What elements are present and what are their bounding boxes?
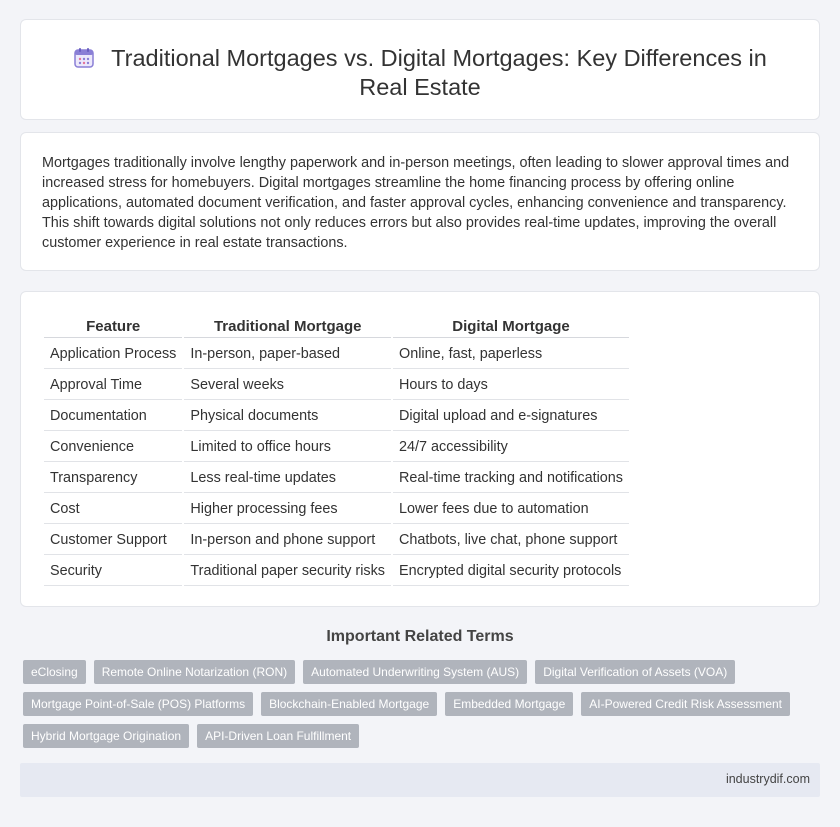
header-traditional: Traditional Mortgage (184, 316, 392, 338)
footer: industrydif.com (20, 763, 820, 797)
table-row: Cost Higher processing fees Lower fees d… (44, 495, 629, 524)
related-terms-title: Important Related Terms (326, 628, 514, 645)
cell-digital: Digital upload and e-signatures (393, 402, 629, 431)
cell-digital: 24/7 accessibility (393, 433, 629, 462)
cell-feature: Convenience (44, 433, 183, 462)
cell-digital: Chatbots, live chat, phone support (393, 526, 629, 555)
cell-feature: Approval Time (44, 371, 183, 400)
cell-digital: Hours to days (393, 371, 629, 400)
cell-traditional: Limited to office hours (184, 433, 392, 462)
related-term-chip[interactable]: Blockchain-Enabled Mortgage (261, 692, 438, 716)
related-term-chip[interactable]: Embedded Mortgage (445, 692, 574, 716)
table-row: Convenience Limited to office hours 24/7… (44, 433, 629, 462)
cell-feature: Security (44, 557, 183, 586)
footer-site-link[interactable]: industrydif.com (726, 772, 810, 786)
page-title-text: Traditional Mortgages vs. Digital Mortga… (111, 45, 767, 100)
header-card: Traditional Mortgages vs. Digital Mortga… (20, 19, 820, 120)
cell-traditional: Physical documents (184, 402, 392, 431)
cell-feature: Cost (44, 495, 183, 524)
cell-feature: Application Process (44, 340, 183, 369)
intro-paragraph: Mortgages traditionally involve lengthy … (42, 155, 790, 251)
related-term-chip[interactable]: AI-Powered Credit Risk Assessment (581, 692, 790, 716)
cell-traditional: Less real-time updates (184, 464, 392, 493)
related-term-chip[interactable]: Hybrid Mortgage Origination (23, 724, 190, 748)
related-term-chip[interactable]: Automated Underwriting System (AUS) (303, 660, 528, 684)
title-wrap: Traditional Mortgages vs. Digital Mortga… (61, 44, 779, 102)
related-term-chip[interactable]: eClosing (23, 660, 86, 684)
cell-digital: Real-time tracking and notifications (393, 464, 629, 493)
cell-traditional: In-person, paper-based (184, 340, 392, 369)
cell-digital: Encrypted digital security protocols (393, 557, 629, 586)
cell-traditional: Higher processing fees (184, 495, 392, 524)
cell-traditional: Traditional paper security risks (184, 557, 392, 586)
table-header-row: Feature Traditional Mortgage Digital Mor… (44, 316, 629, 338)
table-row: Approval Time Several weeks Hours to day… (44, 371, 629, 400)
related-term-chip[interactable]: Mortgage Point-of-Sale (POS) Platforms (23, 692, 254, 716)
table-row: Customer Support In-person and phone sup… (44, 526, 629, 555)
related-term-chip[interactable]: Remote Online Notarization (RON) (93, 660, 296, 684)
related-term-chip[interactable]: API-Driven Loan Fulfillment (197, 724, 360, 748)
header-digital: Digital Mortgage (393, 316, 629, 338)
table-row: Application Process In-person, paper-bas… (44, 340, 629, 369)
cell-traditional: Several weeks (184, 371, 392, 400)
table-row: Transparency Less real-time updates Real… (44, 464, 629, 493)
table-row: Documentation Physical documents Digital… (44, 402, 629, 431)
comparison-table: Feature Traditional Mortgage Digital Mor… (42, 314, 631, 588)
cell-traditional: In-person and phone support (184, 526, 392, 555)
cell-feature: Customer Support (44, 526, 183, 555)
calendar-icon (73, 47, 95, 69)
table-row: Security Traditional paper security risk… (44, 557, 629, 586)
cell-digital: Online, fast, paperless (393, 340, 629, 369)
page-title: Traditional Mortgages vs. Digital Mortga… (61, 44, 779, 102)
cell-feature: Documentation (44, 402, 183, 431)
cell-digital: Lower fees due to automation (393, 495, 629, 524)
header-feature: Feature (44, 316, 183, 338)
related-terms-list: eClosing Remote Online Notarization (RON… (23, 660, 803, 748)
comparison-card: Feature Traditional Mortgage Digital Mor… (20, 291, 820, 607)
related-term-chip[interactable]: Digital Verification of Assets (VOA) (535, 660, 736, 684)
intro-card: Mortgages traditionally involve lengthy … (20, 132, 820, 271)
cell-feature: Transparency (44, 464, 183, 493)
